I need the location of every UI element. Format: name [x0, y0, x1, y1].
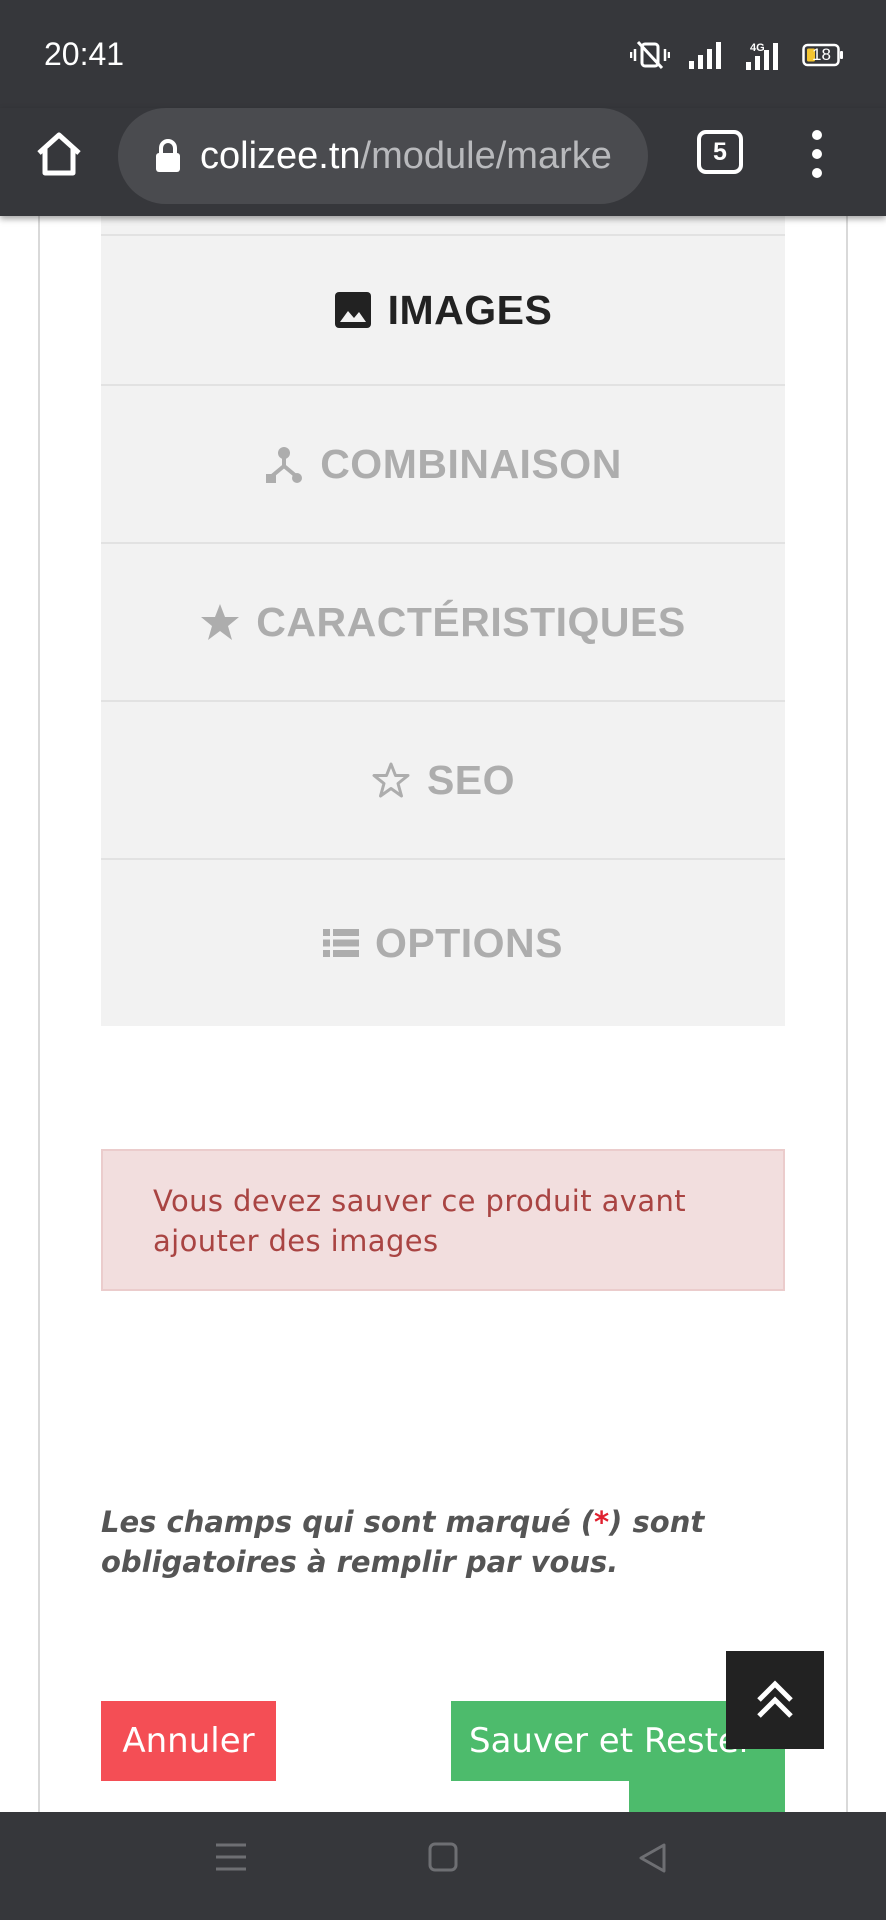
lock-icon	[154, 139, 182, 173]
tab-label: COMBINAISON	[320, 440, 622, 487]
tab-label: IMAGES	[387, 286, 553, 333]
battery-icon: 18	[802, 43, 844, 67]
product-tabs: IMAGES COMBINAISON CARACTÉRISTIQUES SEO	[101, 216, 785, 1026]
home-square-icon[interactable]	[428, 1842, 458, 1876]
url-text: colizee.tn/module/marke	[200, 135, 620, 178]
signal-4g-icon: 4G	[740, 40, 784, 70]
required-fields-note: Les champs qui sont marqué (*) sont obli…	[101, 1502, 785, 1582]
browser-toolbar: colizee.tn/module/marke 5	[0, 108, 886, 216]
note-text-before: Les champs qui sont marqué (	[101, 1505, 594, 1539]
vibrate-mute-icon	[630, 40, 670, 70]
alert-text: Vous devez sauver ce produit avant ajout…	[153, 1184, 687, 1258]
battery-level: 18	[812, 45, 831, 64]
system-navigation-bar	[0, 1812, 886, 1920]
tab-switcher-button[interactable]: 5	[697, 130, 743, 174]
url-path: /module/marke	[360, 134, 612, 177]
save-first-alert: Vous devez sauver ce produit avant ajout…	[101, 1149, 785, 1291]
url-host: colizee.tn	[200, 134, 361, 177]
menu-dot	[812, 168, 822, 178]
scroll-to-top-button[interactable]	[726, 1651, 824, 1749]
menu-dot	[812, 149, 822, 159]
tab-options[interactable]: OPTIONS	[101, 858, 785, 1026]
recents-menu-icon[interactable]	[215, 1842, 247, 1876]
home-icon	[37, 132, 81, 176]
cancel-button[interactable]: Annuler	[101, 1701, 276, 1781]
menu-dot	[812, 130, 822, 140]
back-triangle-icon[interactable]	[637, 1842, 667, 1878]
home-button[interactable]	[30, 125, 88, 183]
double-chevron-up-icon	[757, 1680, 793, 1718]
list-icon	[322, 928, 359, 958]
combination-icon	[264, 444, 304, 484]
network-label: 4G	[750, 42, 765, 54]
tab-label: CARACTÉRISTIQUES	[256, 598, 686, 645]
tab-combinaison[interactable]: COMBINAISON	[101, 384, 785, 542]
tab-caracteristiques[interactable]: CARACTÉRISTIQUES	[101, 542, 785, 700]
overflow-menu-button[interactable]	[800, 126, 834, 182]
tab-seo[interactable]: SEO	[101, 700, 785, 858]
status-bar: 20:41 4G 18	[0, 0, 886, 108]
signal-icon	[688, 41, 722, 69]
tab-label: OPTIONS	[374, 919, 564, 966]
address-bar[interactable]: colizee.tn/module/marke	[118, 108, 648, 204]
tab-label: SEO	[426, 756, 516, 803]
image-icon	[334, 291, 372, 329]
tab-images[interactable]: IMAGES	[101, 234, 785, 384]
star-outline-icon	[371, 761, 411, 799]
status-time: 20:41	[44, 36, 125, 72]
star-filled-icon	[200, 603, 240, 641]
required-asterisk: *	[594, 1505, 610, 1539]
status-icons: 4G 18	[630, 38, 844, 72]
